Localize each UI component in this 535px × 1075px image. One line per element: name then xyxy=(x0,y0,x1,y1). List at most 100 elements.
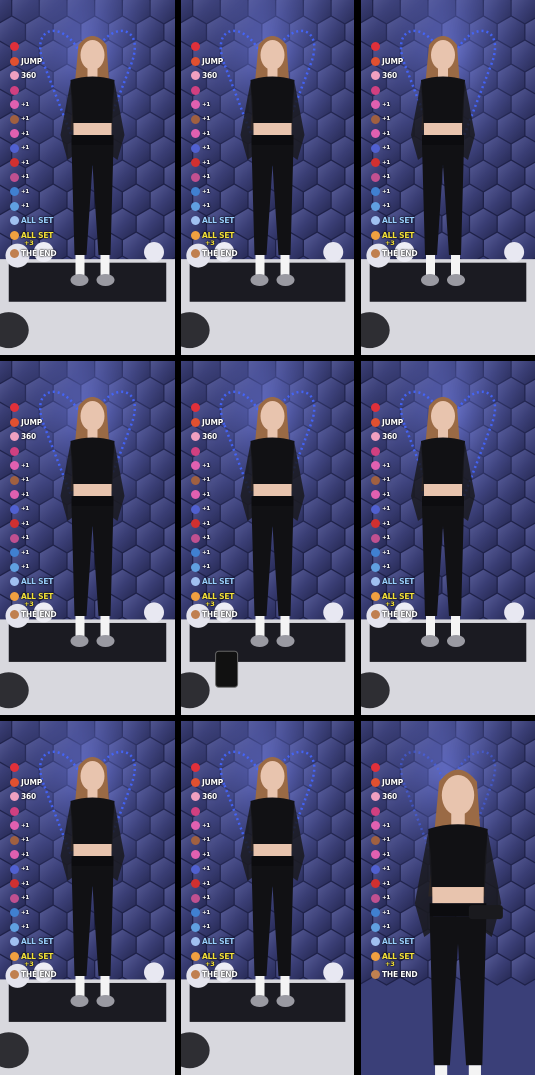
overlay-row: +1 xyxy=(191,488,235,501)
bottle-icon xyxy=(10,187,19,196)
overlay-plus-label: +1 xyxy=(382,174,391,180)
overlay-plus-label: +1 xyxy=(202,116,211,122)
overlay-plus-label: +1 xyxy=(382,203,391,209)
overlay-row: +1 xyxy=(191,906,235,919)
overlay-row: ALL SET xyxy=(10,935,54,948)
overlay-row: ALL SET xyxy=(371,575,415,588)
overlay-plus-label: +1 xyxy=(21,866,30,872)
overlay-plus-label: +1 xyxy=(202,880,211,887)
overlay-row: +1 xyxy=(191,546,235,559)
dancer-icon xyxy=(371,172,380,182)
overlay-label: JUMP xyxy=(21,777,43,787)
ballet-icon xyxy=(10,577,19,586)
overlay-plus-label: +1 xyxy=(202,477,211,483)
overlay-label: 360 xyxy=(202,432,218,441)
shoe-icon xyxy=(10,158,19,167)
overlay-label: ALL SET xyxy=(382,577,415,586)
drop-icon xyxy=(371,201,380,211)
overlay-row xyxy=(191,401,235,414)
overlay-row: +1 xyxy=(10,459,54,472)
overlay-row xyxy=(10,761,54,774)
overlay-row xyxy=(191,445,235,458)
video-frame-2: JUMP 360 +1 +1 +1 +1 +1 +1 +1 +1 ALL SET ALL SET +3 T… xyxy=(181,0,354,355)
overlay-row xyxy=(10,40,54,53)
overlay-row: ALL SET xyxy=(371,214,415,227)
overlay-row: +1 xyxy=(371,863,415,876)
overlay-row: +1 xyxy=(371,200,415,213)
face-icon xyxy=(191,475,200,485)
drop-icon xyxy=(10,201,19,211)
overlay-row: +1 xyxy=(10,863,54,876)
overlay-row: +1 xyxy=(10,474,54,487)
overlay-plus-label: +1 xyxy=(21,822,30,829)
drop-icon xyxy=(191,201,200,211)
glasses-icon xyxy=(191,143,200,153)
overlay-plus-label: +1 xyxy=(382,924,391,930)
overlay-plus-label: +1 xyxy=(202,549,211,556)
glasses-icon xyxy=(191,864,200,874)
overlay-plus-label: +1 xyxy=(21,130,30,137)
glasses-icon xyxy=(10,504,19,514)
overlay-plus-label: +1 xyxy=(21,549,30,556)
donut-icon xyxy=(371,792,380,801)
overlay-row: +1 xyxy=(191,142,235,155)
overlay-allset-plus: +3 xyxy=(205,960,215,968)
overlay-label: JUMP xyxy=(382,417,404,427)
flower-icon xyxy=(371,85,380,95)
dancer-icon xyxy=(371,533,380,543)
overlay-plus-label: +1 xyxy=(21,924,30,930)
drop-icon xyxy=(10,922,19,932)
bottle-icon xyxy=(191,548,200,557)
overlay-plus-label: +1 xyxy=(21,188,30,195)
overlay-plus-label: +1 xyxy=(382,491,391,498)
overlay-row: +1 xyxy=(371,459,415,472)
overlay-row: +1 xyxy=(191,921,235,934)
overlay-plus-label: +1 xyxy=(202,130,211,137)
overlay-plus-label: +1 xyxy=(21,491,30,498)
overlay-row: +1 xyxy=(10,906,54,919)
overlay-plus-label: +1 xyxy=(382,477,391,483)
bow-icon xyxy=(191,129,200,138)
overlay-row: +1 xyxy=(371,877,415,890)
overlay-label: ALL SET xyxy=(382,216,415,225)
bow-icon xyxy=(191,100,200,109)
overlay-row: +1 xyxy=(191,127,235,140)
overlay-row: +1 xyxy=(191,561,235,574)
overlay-row: +1 xyxy=(371,185,415,198)
heart-icon xyxy=(191,42,200,51)
rocket-icon xyxy=(371,417,380,427)
overlay-row: +1 xyxy=(191,877,235,890)
overlay-row: 360 xyxy=(10,69,54,82)
overlay-plus-label: +1 xyxy=(382,145,391,151)
overlay-label: 360 xyxy=(21,71,37,80)
bow-icon xyxy=(371,490,380,499)
overlay-plus-label: +1 xyxy=(21,564,30,570)
drop-icon xyxy=(371,562,380,572)
overlay-label: JUMP xyxy=(202,777,224,787)
video-frame-1: JUMP 360 +1 +1 +1 +1 +1 +1 +1 +1 ALL SET ALL SET +3 T… xyxy=(0,0,175,355)
rocket-icon xyxy=(191,417,200,427)
overlay-row: JUMP xyxy=(10,776,54,789)
overlay-row: 360 xyxy=(371,430,415,443)
overlay-label: 360 xyxy=(202,71,218,80)
bear-icon xyxy=(191,610,200,619)
overlay-row: +1 xyxy=(10,488,54,501)
overlay-row xyxy=(10,401,54,414)
overlay-row: 360 xyxy=(191,790,235,803)
overlay-label: 360 xyxy=(382,792,398,801)
overlay-row: +1 xyxy=(10,185,54,198)
face-icon xyxy=(191,835,200,845)
bear-icon xyxy=(371,249,380,258)
overlay-row: +1 xyxy=(371,561,415,574)
overlay-row: THE END xyxy=(371,968,418,981)
flowers-icon xyxy=(10,230,19,240)
rocket-icon xyxy=(371,56,380,66)
bottle-icon xyxy=(191,187,200,196)
bear-icon xyxy=(10,970,19,979)
ballet-icon xyxy=(371,216,380,225)
face-icon xyxy=(191,114,200,124)
ballet-icon xyxy=(191,577,200,586)
overlay-row: 360 xyxy=(10,430,54,443)
dancer-icon xyxy=(191,172,200,182)
overlay-row: +1 xyxy=(191,113,235,126)
